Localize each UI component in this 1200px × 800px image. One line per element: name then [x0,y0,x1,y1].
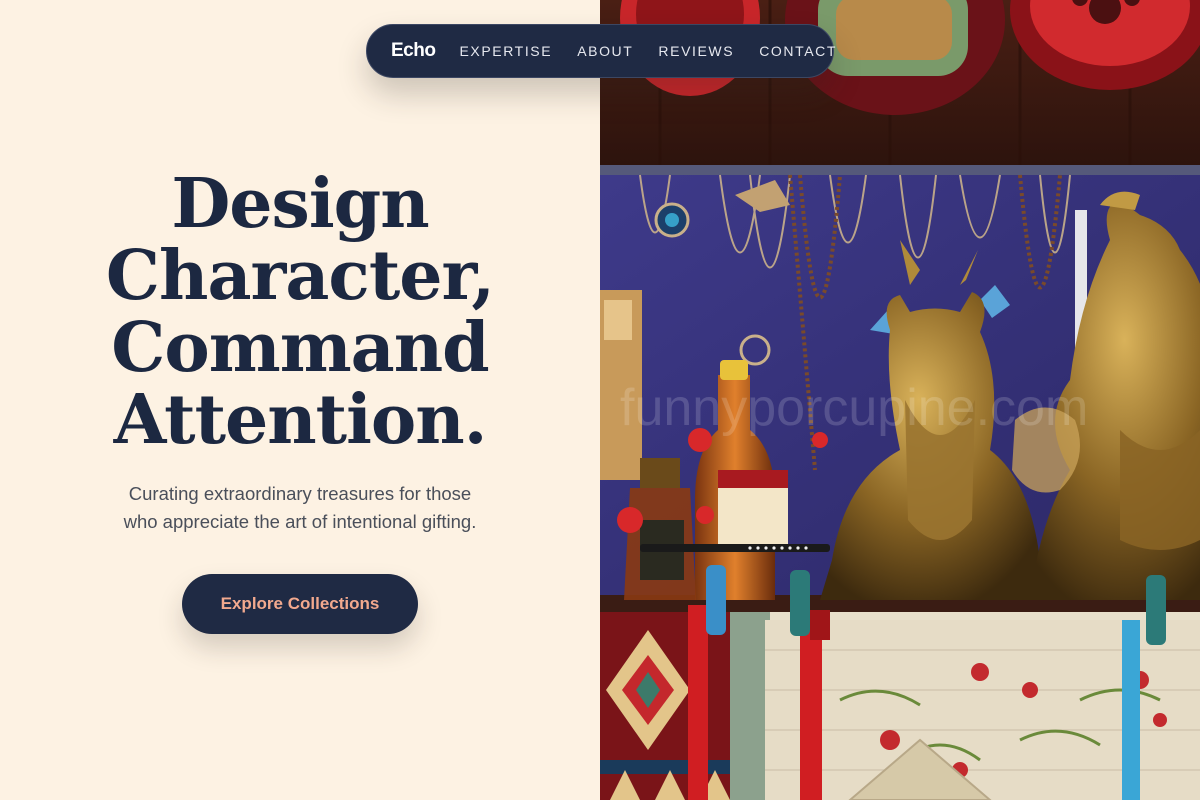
nav-link-expertise[interactable]: EXPERTISE [459,43,552,59]
headline-line: Command [111,308,489,388]
headline-line: Design [171,164,429,244]
headline-line: Character, [105,236,495,316]
hero-subline: Curating extraordinary treasures for tho… [0,480,600,536]
nav-link-contact[interactable]: CONTACT [759,43,837,59]
hero-headline: Design Character, Command Attention. [0,168,600,456]
hero-photo: funnyporcupine.com [600,0,1200,800]
top-nav: Echo EXPERTISE ABOUT REVIEWS CONTACT [366,24,837,78]
subline-line: Curating extraordinary treasures for tho… [128,483,472,504]
market-stall-image: funnyporcupine.com [600,0,1200,800]
brand-logo[interactable]: Echo [391,40,436,62]
hero-left-panel: Design Character, Command Attention. Cur… [0,0,600,800]
nav-link-about[interactable]: ABOUT [577,43,633,59]
watermark-text: funnyporcupine.com [620,379,1088,437]
nav-link-reviews[interactable]: REVIEWS [658,43,734,59]
headline-line: Attention. [113,380,488,460]
explore-collections-button[interactable]: Explore Collections [182,574,418,634]
subline-line: who appreciate the art of intentional gi… [123,511,477,532]
